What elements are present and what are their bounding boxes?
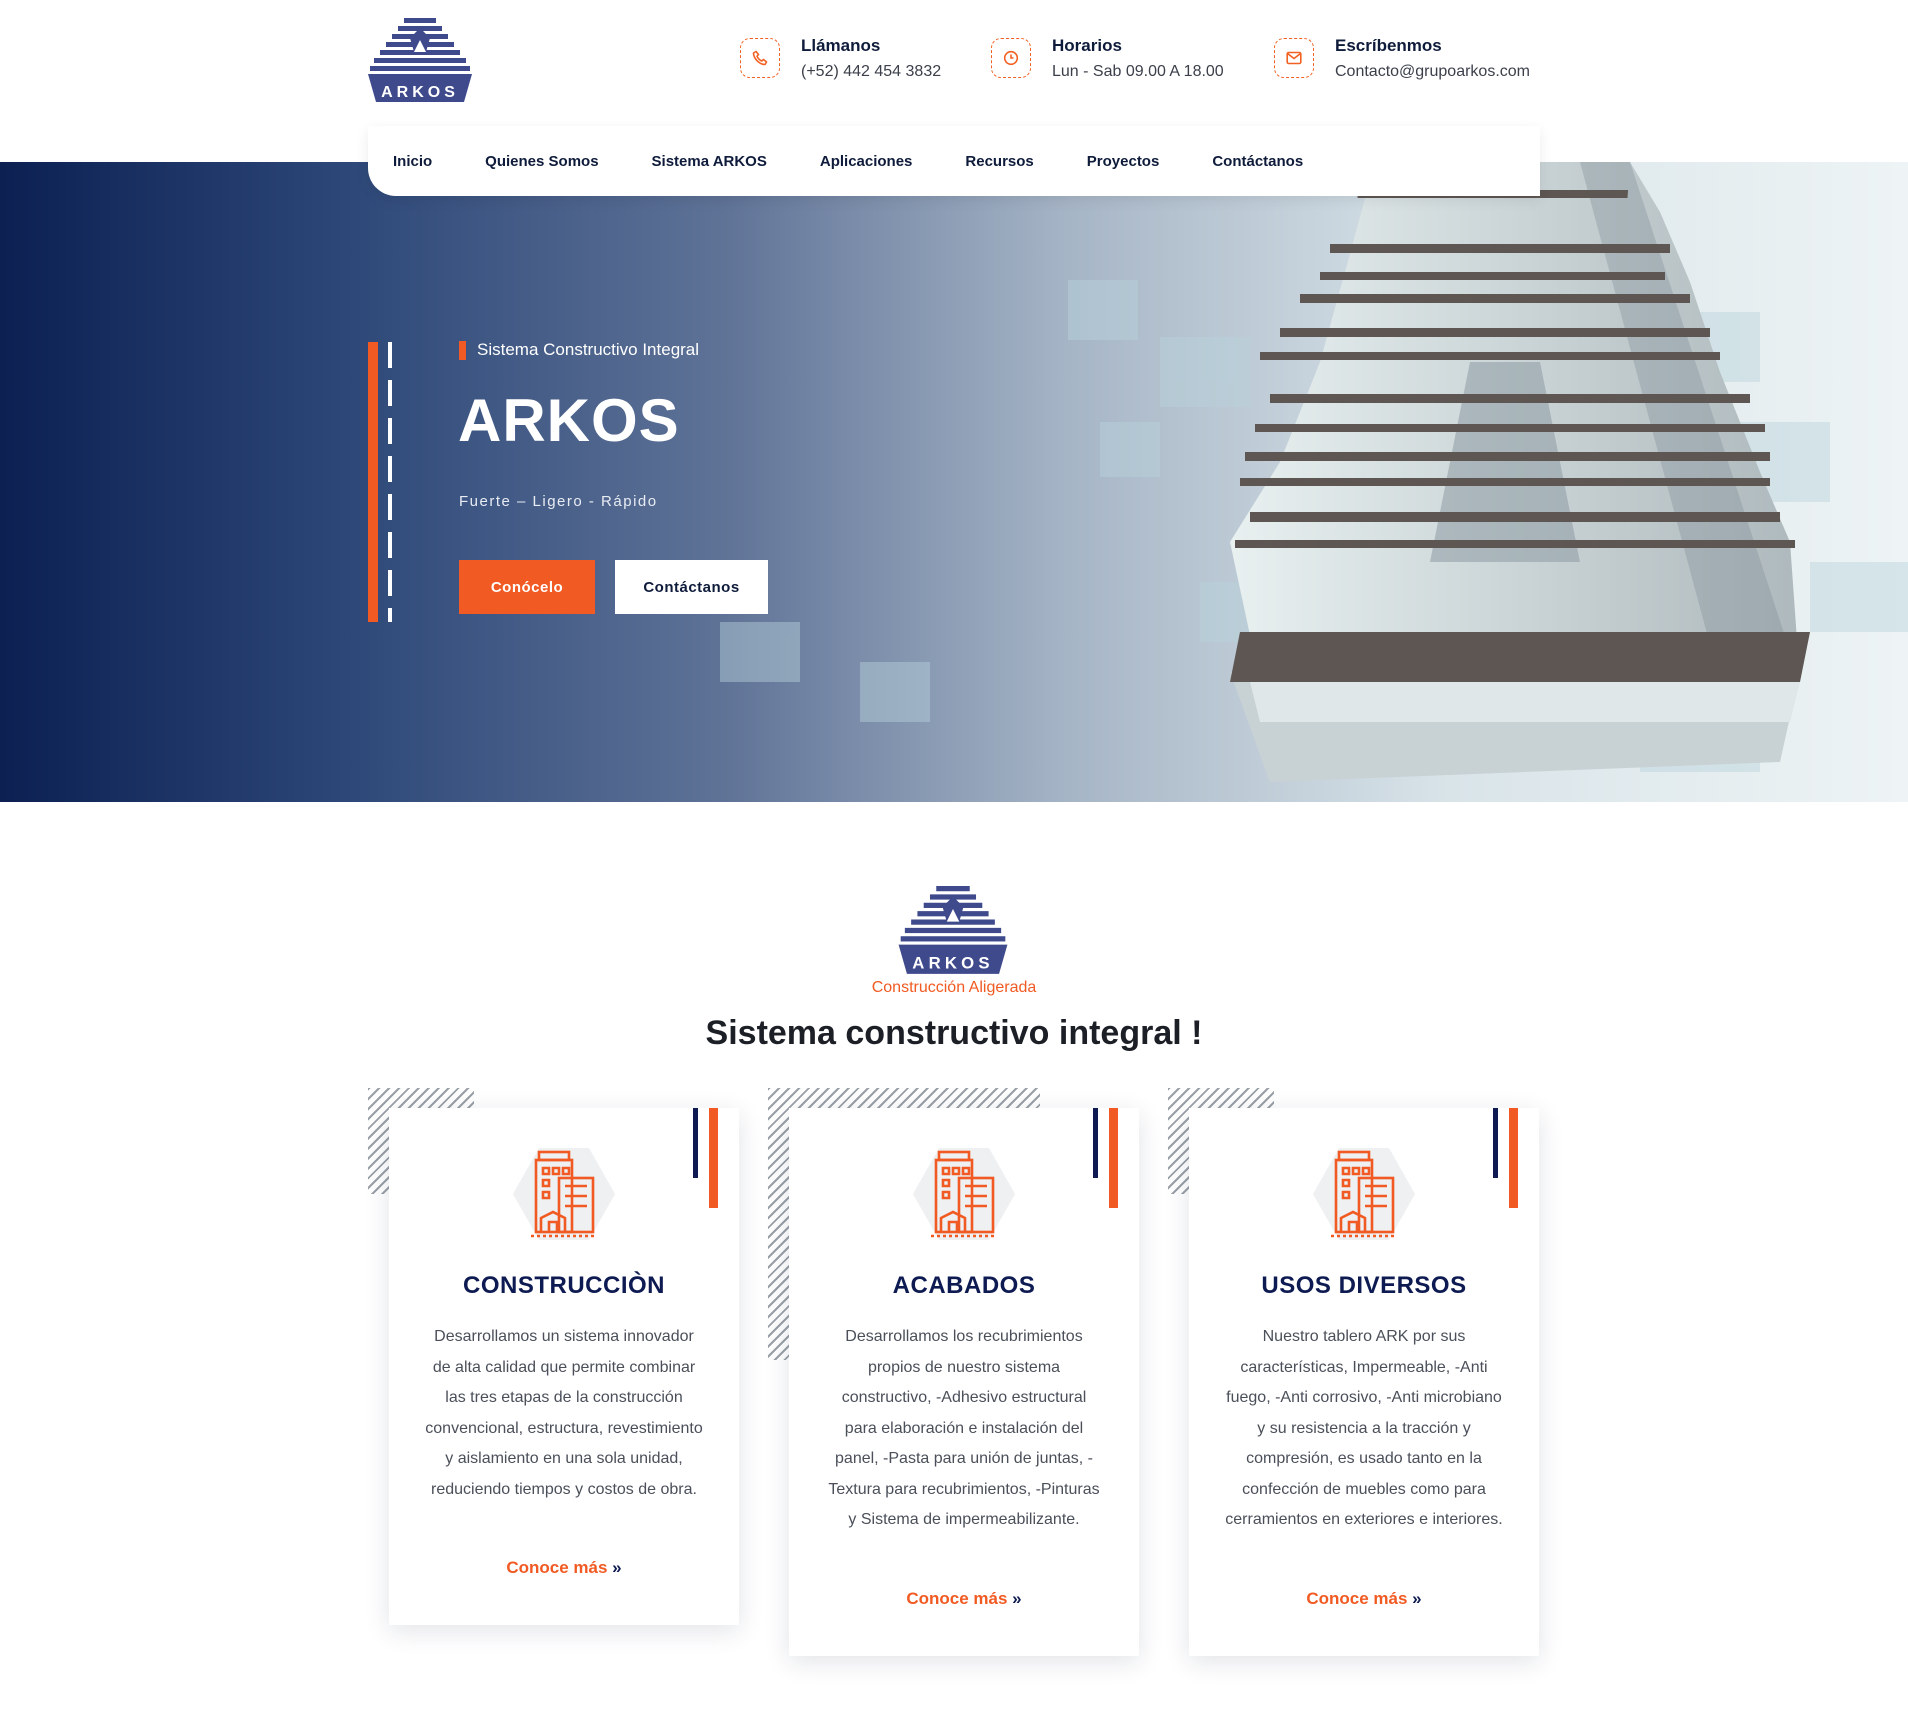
nav-item-sistema-arkos[interactable]: Sistema ARKOS — [652, 153, 767, 170]
main-nav: Inicio Quienes Somos Sistema ARKOS Aplic… — [368, 126, 1540, 196]
conoce-mas-link[interactable]: Conoce más » — [789, 1589, 1139, 1609]
section-logo: ARKOS — [898, 886, 1008, 976]
contact-value: Lun - Sab 09.00 A 18.00 — [1052, 63, 1224, 80]
logo-text: ARKOS — [912, 954, 993, 973]
service-card: USOS DIVERSOS Nuestro tablero ARK por su… — [1189, 1108, 1539, 1656]
contact-phone[interactable]: Llámanos (+52) 442 454 3832 — [740, 36, 941, 82]
link-text: Conoce más — [1306, 1589, 1408, 1608]
conocelo-button[interactable]: Conócelo — [459, 560, 595, 614]
hero-tag: Sistema Constructivo Integral — [459, 340, 699, 360]
service-card: ACABADOS Desarrollamos los recubrimiento… — [789, 1108, 1139, 1656]
contactanos-button[interactable]: Contáctanos — [615, 560, 768, 614]
contact-title: Escríbenmos — [1335, 36, 1442, 55]
section-title: Sistema constructivo integral ! — [705, 1014, 1203, 1052]
tag-marker — [459, 340, 466, 360]
nav-item-proyectos[interactable]: Proyectos — [1087, 153, 1160, 170]
nav-item-recursos[interactable]: Recursos — [965, 153, 1033, 170]
link-text: Conoce más — [906, 1589, 1008, 1608]
building-icon — [1309, 1146, 1419, 1246]
nav-item-aplicaciones[interactable]: Aplicaciones — [820, 153, 913, 170]
card-text: Nuestro tablero ARK por sus característi… — [1225, 1328, 1503, 1528]
hero-subtitle: Fuerte – Ligero - Rápido — [459, 493, 658, 510]
logo-text: ARKOS — [381, 84, 459, 101]
card-stripe — [693, 1108, 698, 1178]
nav-item-contactanos[interactable]: Contáctanos — [1212, 153, 1303, 170]
contact-title: Horarios — [1052, 36, 1122, 55]
hero-banner: Sistema Constructivo Integral ARKOS Fuer… — [0, 162, 1908, 802]
building-icon — [909, 1146, 1019, 1246]
nav-item-quienes-somos[interactable]: Quienes Somos — [485, 153, 598, 170]
contact-value: (+52) 442 454 3832 — [801, 63, 942, 80]
clock-icon — [991, 38, 1031, 78]
double-chevron-icon: » — [1412, 1589, 1422, 1608]
hero-accent-bar — [368, 342, 378, 622]
conoce-mas-link[interactable]: Conoce más » — [389, 1558, 739, 1578]
link-text: Conoce más — [506, 1558, 608, 1577]
double-chevron-icon: » — [1012, 1589, 1022, 1608]
card-text: Desarrollamos un sistema innovador de al… — [425, 1328, 703, 1498]
contact-hours: Horarios Lun - Sab 09.00 A 18.00 — [991, 36, 1224, 82]
card-title: ACABADOS — [892, 1272, 1036, 1299]
contact-title: Llámanos — [801, 36, 881, 55]
hero-dashed-line — [388, 342, 392, 622]
double-chevron-icon: » — [612, 1558, 622, 1577]
hero-tag-text: Sistema Constructivo Integral — [477, 340, 700, 359]
section-tagline: Construcción Aligerada — [871, 979, 1037, 996]
contact-value: Contacto@grupoarkos.com — [1335, 63, 1530, 80]
card-stripe — [1109, 1108, 1118, 1208]
phone-icon — [740, 38, 780, 78]
card-title: USOS DIVERSOS — [1261, 1272, 1467, 1299]
card-stripe — [1509, 1108, 1518, 1208]
hero-background-illustration — [720, 162, 1908, 782]
conoce-mas-link[interactable]: Conoce más » — [1189, 1589, 1539, 1609]
mail-icon — [1274, 38, 1314, 78]
arkos-logo[interactable]: ARKOS — [368, 18, 472, 104]
nav-item-inicio[interactable]: Inicio — [393, 153, 432, 170]
card-title: CONSTRUCCIÒN — [463, 1272, 665, 1299]
card-text: Desarrollamos los recubrimientos propios… — [828, 1328, 1100, 1528]
contact-email[interactable]: Escríbenmos Contacto@grupoarkos.com — [1274, 36, 1530, 82]
card-stripe — [709, 1108, 718, 1208]
hero-title: ARKOS — [458, 387, 680, 454]
card-stripe — [1493, 1108, 1498, 1178]
building-icon — [509, 1146, 619, 1246]
service-card: CONSTRUCCIÒN Desarrollamos un sistema in… — [389, 1108, 739, 1625]
card-stripe — [1093, 1108, 1098, 1178]
